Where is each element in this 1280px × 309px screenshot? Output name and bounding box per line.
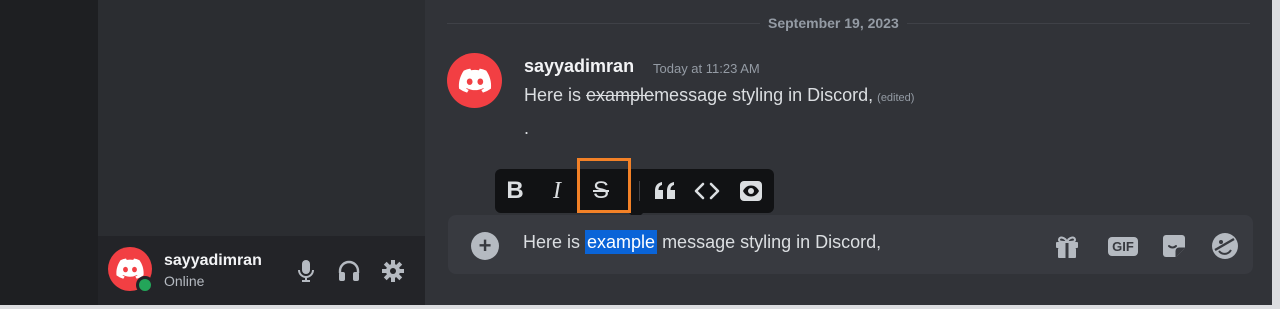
discord-logo-icon xyxy=(458,68,491,93)
edited-label: (edited) xyxy=(877,92,915,104)
message-text-prefix: Here is xyxy=(524,85,587,105)
message-composer[interactable]: + Here is example message styling in Dis… xyxy=(448,215,1253,274)
eye-icon[interactable] xyxy=(735,175,767,207)
format-toolbar: B I S xyxy=(495,158,774,220)
message-author[interactable]: sayyadimran xyxy=(524,56,634,77)
message-timestamp: Today at 11:23 AM xyxy=(653,61,760,76)
composer-input[interactable]: Here is example message styling in Disco… xyxy=(523,230,882,254)
user-panel-status: Online xyxy=(164,273,205,289)
headphones-icon[interactable] xyxy=(336,258,362,284)
bold-button[interactable]: B xyxy=(499,175,531,207)
user-panel: sayyadimran Online xyxy=(98,236,425,305)
quote-icon[interactable] xyxy=(649,175,681,207)
code-icon[interactable] xyxy=(691,175,723,207)
chat-area: September 19, 2023 sayyadimran Today at … xyxy=(425,0,1272,305)
composer-selected-text: example xyxy=(585,230,658,254)
user-panel-username: sayyadimran xyxy=(164,252,262,269)
gear-icon[interactable] xyxy=(380,258,406,284)
discord-window: sayyadimran Online September 19, 2023 sa… xyxy=(0,0,1272,305)
message-text-suffix: message styling in Discord, xyxy=(654,85,874,105)
toolbar-divider xyxy=(639,181,640,201)
message-strikethrough-text: example xyxy=(586,85,655,105)
sticker-icon[interactable] xyxy=(1158,230,1190,262)
composer-text-before: Here is xyxy=(523,232,586,252)
message-avatar[interactable] xyxy=(447,53,502,108)
date-divider: September 19, 2023 xyxy=(760,15,907,31)
gif-icon[interactable]: GIF xyxy=(1107,230,1139,262)
italic-button[interactable]: I xyxy=(541,175,573,207)
message-second-line: . xyxy=(524,118,530,138)
online-status-dot xyxy=(136,276,154,294)
composer-text-after: message styling in Discord, xyxy=(657,232,882,252)
message-text: Here is examplemessage styling in Discor… xyxy=(524,85,914,106)
microphone-icon[interactable] xyxy=(293,258,319,284)
gif-label: GIF xyxy=(1108,236,1138,256)
strikethrough-highlight-box xyxy=(577,158,631,213)
server-rail xyxy=(0,0,98,305)
gift-icon[interactable] xyxy=(1051,230,1083,262)
emoji-icon[interactable] xyxy=(1209,230,1241,262)
add-attachment-button[interactable]: + xyxy=(471,232,499,260)
